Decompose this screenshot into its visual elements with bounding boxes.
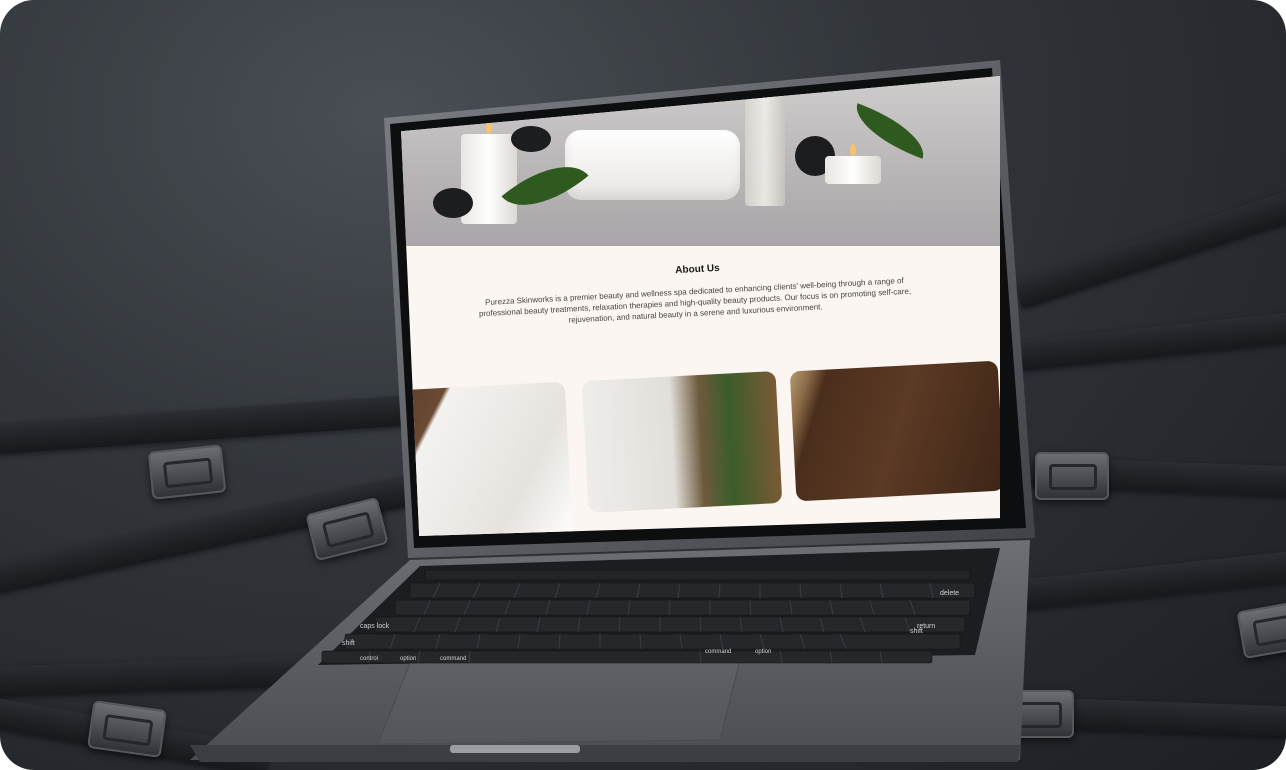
stone-image [433,188,473,218]
key-shift-right: shift [910,628,923,635]
key-option-right: option [755,649,771,655]
laptop-lid: About Us Purezza Skinworks is a premier … [380,58,1040,558]
gallery-image-basket [581,371,783,513]
stone-image-2 [511,126,551,152]
key-command-left: command [440,656,466,662]
towel-image [565,130,740,200]
gallery-image-wood [789,360,1000,502]
candle-flame-icon [486,122,492,134]
background-scene: delete return caps lock shift shift cont… [0,0,1286,770]
key-option-left: option [400,656,416,662]
candle-image-2 [825,156,881,184]
key-command-right: command [705,649,731,655]
key-caps-lock: caps lock [360,623,390,630]
website-screen: About Us Purezza Skinworks is a premier … [401,76,1000,536]
key-shift-left: shift [342,640,355,647]
key-delete: delete [940,590,959,597]
leaf-image-2 [847,103,933,159]
candle-flame-icon-2 [850,144,856,156]
gallery-image-robe [401,381,574,536]
diffuser-bottle-image [745,96,785,206]
key-control: control [360,656,378,662]
